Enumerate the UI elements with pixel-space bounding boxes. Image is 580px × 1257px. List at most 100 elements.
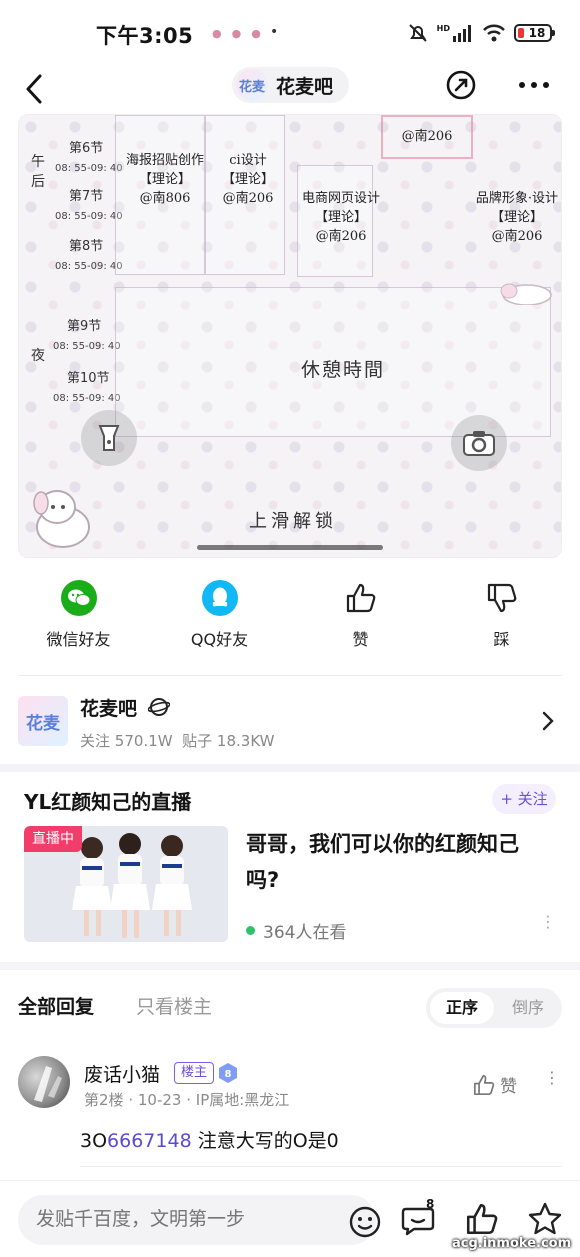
reply-more-button[interactable]: ⋮ (544, 1070, 560, 1086)
course-item: 海报招贴创作 【理论】 @南806 (125, 153, 204, 206)
nav-bar: 花麦 花麦吧 (0, 62, 580, 112)
emoji-icon[interactable] (348, 1205, 382, 1239)
live-description[interactable]: 哥哥，我们可以你的红颜知己吗? (246, 826, 546, 898)
camera-icon (463, 431, 495, 456)
period-time: 08: 55-09: 40 (55, 211, 123, 222)
tab-all-replies[interactable]: 全部回复 (18, 992, 94, 1019)
share-button[interactable] (444, 68, 478, 102)
reply-content: 3O6667148 注意大写的O是0 (80, 1130, 339, 1152)
period-label: 第6节 (69, 141, 104, 156)
flashlight-shortcut[interactable] (81, 410, 137, 466)
tab-op-only[interactable]: 只看楼主 (136, 992, 212, 1019)
wechat-icon (60, 580, 97, 616)
thumbs-up-icon (343, 580, 379, 616)
comment-input-box[interactable] (18, 1195, 381, 1245)
signal-icon (453, 25, 471, 42)
reply-like-button[interactable]: 赞 (472, 1072, 517, 1097)
op-tag: 楼主 (174, 1062, 215, 1084)
flashlight-icon (98, 425, 120, 451)
section-label: 午 (31, 154, 45, 170)
thumbs-up-icon (473, 1074, 495, 1095)
back-button[interactable] (18, 68, 54, 108)
status-dot: • (270, 24, 279, 40)
section-divider (0, 764, 580, 772)
order-toggle: 正序 倒序 (426, 988, 562, 1028)
more-button[interactable] (516, 70, 552, 100)
star-icon[interactable] (526, 1201, 564, 1237)
share-label: 赞 (352, 630, 369, 649)
share-qq-button[interactable]: QQ好友 (165, 580, 275, 660)
forum-card[interactable]: 花麦 花麦吧 关注 570.1W 贴子 18.3KW (0, 688, 580, 760)
course-item: 品牌形象·设计 【理论】 @南206 (475, 191, 559, 244)
reply-meta: 第2楼 · 10-23 · IP属地:黑龙江 (84, 1091, 290, 1109)
qq-icon (201, 580, 238, 616)
course-item: 电商网页设计 【理论】 @南206 (301, 191, 380, 244)
status-time: 下午3:05 (96, 24, 194, 48)
watermark: acg.inmoke.com (452, 1236, 572, 1251)
section-label: 后 (31, 174, 45, 190)
course-item: ci设计 【理论】 @南206 (221, 153, 274, 206)
reply-username[interactable]: 废话小猫 (84, 1060, 160, 1087)
share-label: 微信好友 (46, 630, 111, 649)
battery-icon: 18 (514, 24, 555, 42)
thumbs-up-icon[interactable] (464, 1201, 500, 1237)
period-time: 08: 55-09: 40 (53, 341, 121, 352)
avatar[interactable] (18, 1056, 70, 1108)
chevron-right-icon (542, 711, 554, 731)
live-thumbnail[interactable]: 直播中 (24, 826, 228, 942)
chevron-left-icon (26, 74, 42, 104)
forum-name: 花麦吧 (80, 698, 138, 720)
period-time: 08: 55-09: 40 (55, 261, 123, 272)
period-label: 第7节 (69, 189, 104, 204)
mute-bell-icon (408, 24, 427, 42)
reply-link[interactable]: 6667148 (107, 1130, 192, 1152)
camera-shortcut[interactable] (451, 415, 507, 471)
forum-pill[interactable]: 花麦 花麦吧 (232, 67, 350, 103)
live-more-button[interactable]: ⋮ (540, 914, 556, 930)
dislike-button[interactable]: 踩 (447, 580, 557, 660)
section-label: 夜 (31, 348, 45, 364)
network-type: HD (436, 23, 450, 33)
wifi-icon (483, 24, 505, 42)
divider (80, 1166, 562, 1167)
live-section-title: YL红颜知己的直播 (24, 790, 192, 814)
forum-name: 花麦吧 (276, 75, 334, 98)
puppy-illustration (33, 490, 90, 548)
forum-stats: 关注 570.1W 贴子 18.3KW (80, 732, 275, 750)
post-image[interactable]: 午 后 夜 第6节 08: 55-09: 40 第7节 08: 55-09: 4… (18, 114, 562, 558)
puppy-illustration (500, 283, 552, 305)
swipe-unlock-text: 上滑解锁 (249, 511, 337, 532)
order-asc-button[interactable]: 正序 (430, 992, 494, 1024)
more-dots-icon (519, 82, 549, 88)
level-badge-icon: 8 (219, 1063, 237, 1083)
course-item: @南206 (401, 129, 453, 144)
comment-count: 8 (426, 1197, 435, 1211)
forum-avatar: 花麦 (18, 696, 68, 746)
period-label: 第8节 (69, 239, 104, 254)
status-icons: HD 18 (407, 18, 555, 48)
period-time: 08: 55-09: 40 (53, 393, 121, 404)
order-desc-button[interactable]: 倒序 (498, 992, 558, 1024)
thumbs-down-icon (484, 580, 520, 616)
rest-time-text: 休憩時間 (301, 359, 386, 381)
svg-text:8: 8 (225, 1069, 232, 1080)
share-row: 微信好友 QQ好友 赞 踩 (0, 580, 580, 660)
forum-avatar: 花麦 (236, 69, 268, 101)
planet-badge-icon (148, 698, 170, 716)
divider (18, 675, 562, 676)
section-divider (0, 962, 580, 970)
live-viewers: 364人在看 (246, 918, 346, 943)
share-label: 踩 (493, 630, 510, 649)
like-button[interactable]: 赞 (306, 580, 416, 660)
live-badge: 直播中 (24, 826, 82, 852)
period-label: 第9节 (67, 319, 102, 334)
share-wechat-button[interactable]: 微信好友 (24, 580, 134, 660)
follow-button[interactable]: + 关注 (492, 784, 556, 814)
home-indicator (197, 545, 383, 550)
period-time: 08: 55-09: 40 (55, 163, 123, 174)
comment-input[interactable] (36, 1208, 326, 1230)
status-bar: 下午3:05 ●●● • HD 18 (0, 0, 580, 62)
share-label: QQ好友 (190, 630, 249, 649)
notification-icons: ●●● (212, 27, 271, 40)
period-label: 第10节 (67, 371, 110, 386)
